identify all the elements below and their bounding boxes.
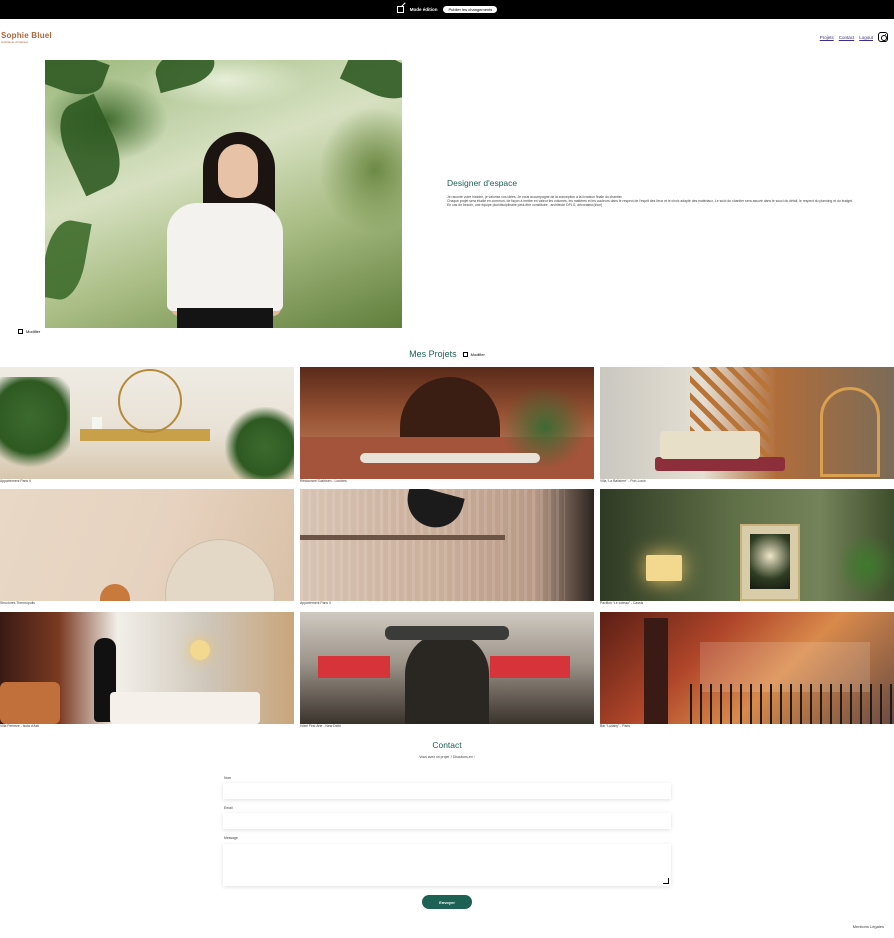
gallery-item[interactable]: Villa “La Balisiere” - Port-Louis bbox=[600, 367, 894, 484]
project-image bbox=[300, 367, 594, 479]
edit-intro-label: Modifier bbox=[26, 329, 41, 334]
project-caption: Villa Ferneze - Isola d'Asti bbox=[0, 724, 40, 728]
gallery-item[interactable]: Bar “Lullaby” - Paris bbox=[600, 612, 894, 729]
name-field[interactable] bbox=[223, 783, 671, 799]
contact-title: Contact bbox=[432, 740, 462, 750]
nav-link-logout[interactable]: Logout bbox=[859, 35, 873, 40]
project-caption: Villa “La Balisiere” - Port-Louis bbox=[600, 479, 646, 483]
edit-mode-bar: Mode édition Publier les changements bbox=[0, 0, 894, 19]
name-label: Nom bbox=[224, 776, 232, 780]
project-caption: Appartement Paris V bbox=[0, 479, 32, 483]
project-caption: Structures Thermopolis bbox=[0, 601, 35, 605]
project-image bbox=[600, 612, 894, 724]
email-field[interactable] bbox=[223, 813, 671, 829]
project-image bbox=[0, 612, 294, 724]
send-button[interactable]: Envoyer bbox=[422, 895, 472, 909]
project-caption: Pavillon “Le coteau” - Cassis bbox=[600, 601, 644, 605]
gallery-item[interactable]: Structures Thermopolis bbox=[0, 489, 294, 606]
main-nav: Projets Contact Logout bbox=[820, 32, 888, 42]
project-image bbox=[300, 489, 594, 601]
edit-projects-button[interactable]: Modifier bbox=[462, 351, 485, 357]
contact-section: Contact Vous avez un projet ? Discutons-… bbox=[0, 740, 894, 759]
pen-icon bbox=[18, 329, 23, 334]
nav-link-contact[interactable]: Contact bbox=[839, 35, 855, 40]
legal-notice-link[interactable]: Mentions Légales bbox=[853, 924, 884, 929]
email-label: Email bbox=[224, 806, 233, 810]
gallery-item[interactable]: Restaurant Sushisen - Londres bbox=[300, 367, 594, 484]
gallery-item[interactable]: Appartement Paris V bbox=[0, 367, 294, 484]
project-caption: Bar “Lullaby” - Paris bbox=[600, 724, 630, 728]
logo-name: Sophie Bluel bbox=[1, 31, 52, 40]
nav-link-projects[interactable]: Projets bbox=[820, 35, 834, 40]
site-logo[interactable]: Sophie Bluel Architecte d'intérieur bbox=[1, 31, 52, 45]
instagram-icon[interactable] bbox=[878, 32, 888, 42]
introduction-text: Designer d'espace Je raconte votre histo… bbox=[447, 178, 887, 207]
project-image bbox=[600, 367, 894, 479]
gallery-item[interactable]: Appartement Paris X bbox=[300, 489, 594, 606]
project-image bbox=[600, 489, 894, 601]
intro-paragraph: En cas de besoin, une équipe pluridiscip… bbox=[447, 203, 603, 207]
projects-header: Mes Projets Modifier bbox=[0, 349, 894, 359]
edit-icon bbox=[396, 6, 404, 13]
architect-portrait bbox=[45, 60, 402, 328]
intro-title: Designer d'espace bbox=[447, 178, 518, 188]
contact-subtitle: Vous avez un projet ? Discutons-en ! bbox=[419, 755, 475, 759]
gallery-item[interactable]: Hôtel First Arte - New Delhi bbox=[300, 612, 594, 729]
gallery-item[interactable]: Pavillon “Le coteau” - Cassis bbox=[600, 489, 894, 606]
project-caption: Hôtel First Arte - New Delhi bbox=[300, 724, 341, 728]
resize-handle-icon[interactable] bbox=[663, 878, 669, 884]
project-image bbox=[0, 367, 294, 479]
edit-intro-button[interactable]: Modifier bbox=[18, 329, 40, 334]
edit-mode-label: Mode édition bbox=[409, 7, 438, 12]
project-image bbox=[0, 489, 294, 601]
publish-changes-button[interactable]: Publier les changements bbox=[443, 6, 498, 13]
logo-tagline: Architecte d'intérieur bbox=[1, 40, 29, 44]
project-image bbox=[300, 612, 594, 724]
message-textarea[interactable] bbox=[223, 844, 671, 886]
message-label: Message bbox=[224, 836, 238, 840]
edit-projects-label: Modifier bbox=[470, 351, 485, 357]
pen-icon bbox=[462, 351, 468, 357]
project-caption: Appartement Paris X bbox=[300, 601, 332, 605]
project-caption: Restaurant Sushisen - Londres bbox=[300, 479, 347, 483]
projects-title: Mes Projets bbox=[409, 349, 457, 359]
gallery-item[interactable]: Villa Ferneze - Isola d'Asti bbox=[0, 612, 294, 729]
